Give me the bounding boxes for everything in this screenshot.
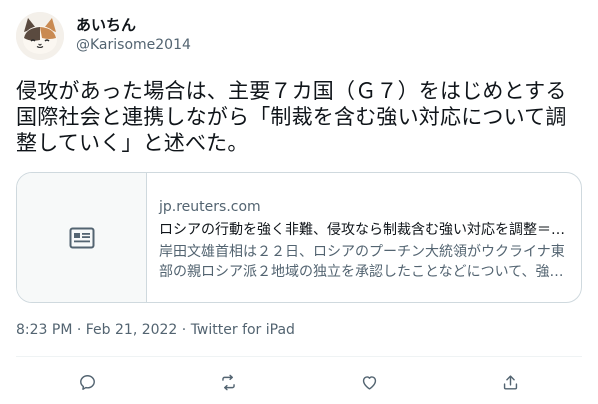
action-bar [0, 366, 598, 396]
tweet-timestamp[interactable]: 8:23 PM · Feb 21, 2022 · Twitter for iPa… [16, 320, 295, 340]
heart-icon [362, 375, 376, 390]
reply-button[interactable] [70, 368, 104, 396]
divider [16, 356, 582, 357]
card-title: ロシアの行動を強く非難、侵攻なら制裁含む強い対応を調整＝岸田首相 [159, 222, 565, 238]
card-description: 岸田文雄首相は２２日、ロシアのプーチン大統領がウクライナ東部の親ロシア派２地域の… [159, 244, 565, 280]
tweet-header: あいちん @Karisome2014 [16, 12, 191, 60]
display-name[interactable]: あいちん [76, 15, 191, 35]
card-body: jp.reuters.com ロシアの行動を強く非難、侵攻なら制裁含む強い対応を… [147, 173, 581, 302]
tweet-text: 侵攻があった場合は、主要７カ国（Ｇ７）をはじめとする国際社会と連携しながら「制裁… [16, 79, 567, 155]
avatar[interactable] [16, 12, 64, 60]
cat-avatar-icon [16, 12, 64, 60]
user-handle[interactable]: @Karisome2014 [76, 35, 191, 55]
card-thumbnail [17, 173, 147, 302]
link-card[interactable]: jp.reuters.com ロシアの行動を強く非難、侵攻なら制裁含む強い対応を… [16, 172, 582, 303]
reply-icon [79, 374, 95, 390]
like-button[interactable] [352, 368, 386, 396]
news-article-icon [69, 227, 94, 248]
share-icon [503, 374, 517, 390]
retweet-button[interactable] [211, 368, 245, 396]
share-button[interactable] [493, 368, 527, 396]
card-domain: jp.reuters.com [159, 199, 261, 215]
retweet-icon [221, 374, 235, 390]
author-names: あいちん @Karisome2014 [76, 15, 191, 55]
